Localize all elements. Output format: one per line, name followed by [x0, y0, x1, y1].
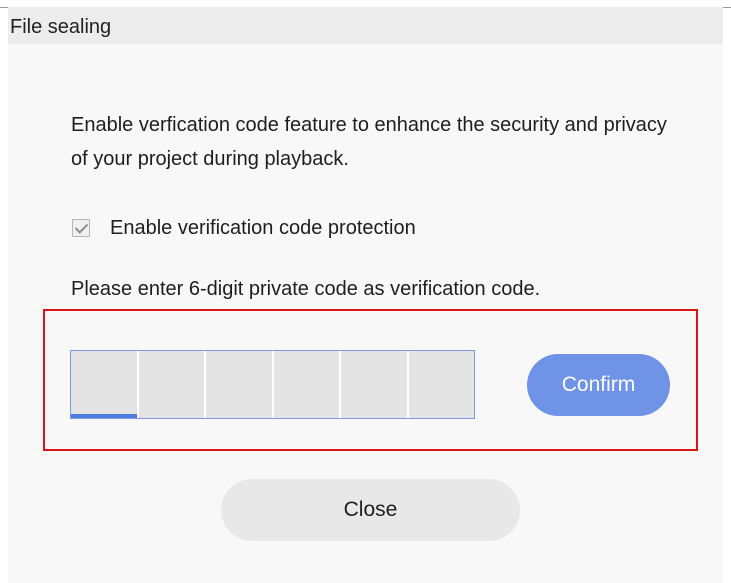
- verification-checkbox-row[interactable]: Enable verification code protection: [72, 216, 416, 240]
- verification-code-input-group: [70, 350, 475, 419]
- dialog-description: Enable verfication code feature to enhan…: [71, 114, 667, 170]
- dialog-title-bar: File sealing: [8, 7, 723, 44]
- dialog-title: File sealing: [10, 16, 112, 38]
- code-digit-input-2[interactable]: [138, 351, 206, 418]
- close-button[interactable]: Close: [221, 479, 520, 541]
- confirm-button[interactable]: Confirm: [527, 354, 670, 416]
- checkbox-checked-icon[interactable]: [72, 219, 90, 237]
- code-digit-input-4[interactable]: [273, 351, 341, 418]
- code-digit-input-6[interactable]: [408, 351, 474, 418]
- code-digit-input-1[interactable]: [71, 351, 139, 418]
- code-instruction: Please enter 6-digit private code as ver…: [71, 278, 541, 300]
- checkbox-label: Enable verification code protection: [110, 216, 416, 239]
- code-digit-input-5[interactable]: [341, 351, 409, 418]
- code-digit-input-3[interactable]: [206, 351, 274, 418]
